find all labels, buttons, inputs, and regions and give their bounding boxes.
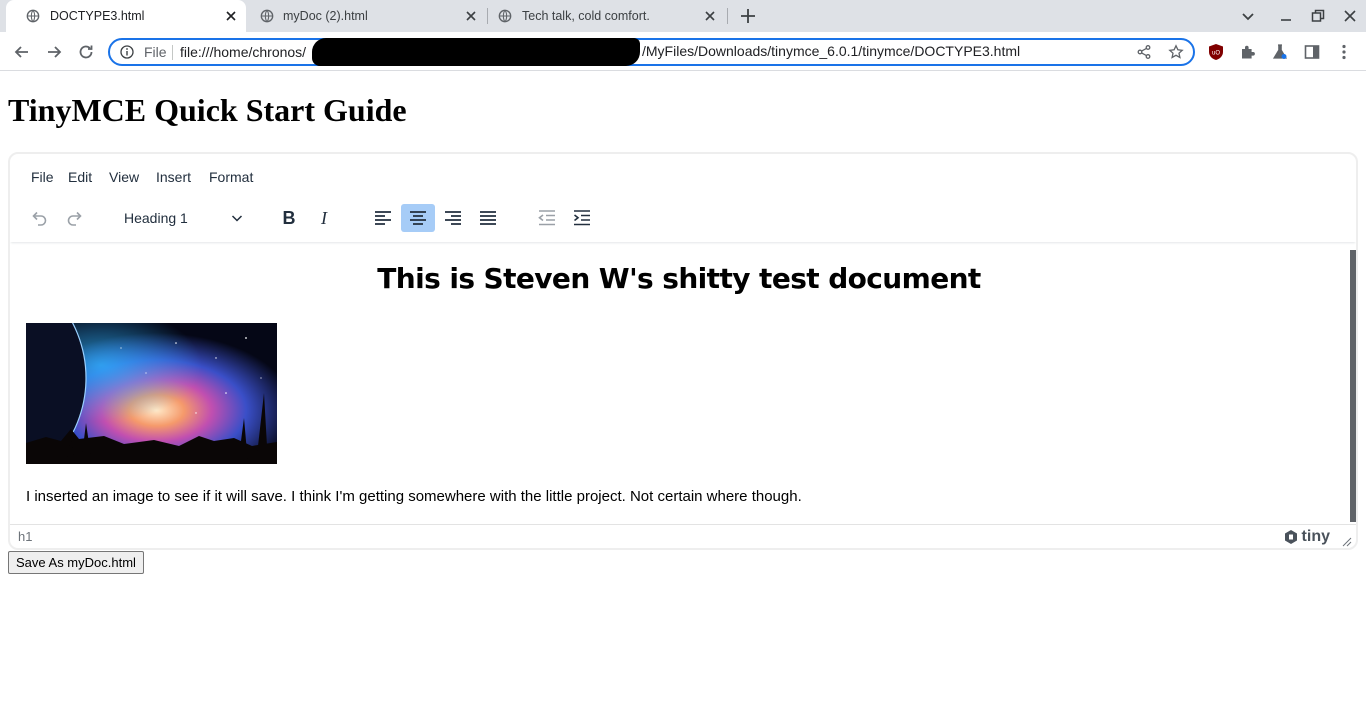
document-heading[interactable]: This is Steven W's shitty test document xyxy=(10,262,1348,295)
side-panel-icon[interactable] xyxy=(1303,43,1321,61)
editor-statusbar: h1 tiny xyxy=(10,524,1356,548)
editor-menubar: File Edit View Insert Format xyxy=(10,154,1356,200)
block-format-select[interactable]: Heading 1 xyxy=(114,204,250,232)
page-title: TinyMCE Quick Start Guide xyxy=(8,92,407,128)
menu-file[interactable]: File xyxy=(31,169,54,185)
tab-separator xyxy=(727,8,728,24)
italic-button[interactable]: I xyxy=(307,204,341,232)
tab-title: myDoc (2).html xyxy=(283,9,368,23)
indent-icon xyxy=(574,210,590,226)
tab-doctype3[interactable]: DOCTYPE3.html xyxy=(6,0,246,32)
tiny-branding[interactable]: tiny xyxy=(1283,528,1330,546)
globe-icon xyxy=(260,9,274,23)
globe-icon xyxy=(498,9,512,23)
element-path[interactable]: h1 xyxy=(18,529,32,544)
forward-icon[interactable] xyxy=(44,42,64,62)
star-icon[interactable] xyxy=(1168,44,1184,60)
outdent-icon xyxy=(538,210,555,226)
editor-toolbar: Heading 1 B I xyxy=(10,200,1356,242)
back-icon[interactable] xyxy=(12,42,32,62)
redaction-mark xyxy=(312,38,640,66)
tab-title: DOCTYPE3.html xyxy=(50,9,145,23)
tiny-logo-icon xyxy=(1284,530,1297,544)
tinymce-editor: File Edit View Insert Format Heading 1 B… xyxy=(8,152,1358,550)
close-icon[interactable] xyxy=(464,9,478,23)
align-justify-button[interactable] xyxy=(471,204,505,232)
editor-content[interactable]: This is Steven W's shitty test document xyxy=(10,246,1348,524)
url-text-tail: /MyFiles/Downloads/tinymce_6.0.1/tinymce… xyxy=(642,43,1021,59)
tab-tech-talk[interactable]: Tech talk, cold comfort. xyxy=(488,0,728,32)
tab-search-chevron-icon[interactable] xyxy=(1240,8,1256,24)
close-icon[interactable] xyxy=(224,9,238,23)
align-right-icon xyxy=(445,211,461,225)
menu-view[interactable]: View xyxy=(109,169,139,185)
align-left-button[interactable] xyxy=(366,204,400,232)
chip-divider xyxy=(172,45,173,60)
undo-icon xyxy=(32,211,47,226)
save-as-button[interactable]: Save As myDoc.html xyxy=(8,551,144,574)
redo-icon xyxy=(67,211,82,226)
brand-text: tiny xyxy=(1301,528,1330,545)
align-justify-icon xyxy=(480,211,496,225)
align-center-button[interactable] xyxy=(401,204,435,232)
align-center-icon xyxy=(410,211,426,225)
tab-title: Tech talk, cold comfort. xyxy=(522,9,650,23)
block-format-value: Heading 1 xyxy=(124,210,188,226)
bold-button[interactable]: B xyxy=(272,204,306,232)
extensions-puzzle-icon[interactable] xyxy=(1239,43,1257,61)
globe-icon xyxy=(26,9,40,23)
minimize-icon[interactable] xyxy=(1278,8,1294,24)
undo-button[interactable] xyxy=(22,204,56,232)
share-icon[interactable] xyxy=(1136,44,1152,60)
labs-flask-icon[interactable] xyxy=(1271,43,1289,61)
align-left-icon xyxy=(375,211,391,225)
menu-insert[interactable]: Insert xyxy=(156,169,191,185)
indent-button[interactable] xyxy=(565,204,599,232)
redo-button[interactable] xyxy=(58,204,92,232)
align-right-button[interactable] xyxy=(436,204,470,232)
document-paragraph[interactable]: I inserted an image to see if it will sa… xyxy=(26,488,802,505)
svg-text:uO: uO xyxy=(1212,51,1220,57)
content-scrollbar[interactable] xyxy=(1350,250,1356,522)
new-tab-icon[interactable] xyxy=(738,6,758,26)
resize-handle-icon[interactable] xyxy=(1342,537,1352,547)
bold-icon: B xyxy=(283,208,296,228)
ublock-icon[interactable]: uO xyxy=(1207,43,1225,61)
info-icon[interactable] xyxy=(120,45,134,59)
tab-mydoc[interactable]: myDoc (2).html xyxy=(246,0,486,32)
close-window-icon[interactable] xyxy=(1342,8,1358,24)
outdent-button[interactable] xyxy=(530,204,564,232)
file-chip: File xyxy=(144,44,167,60)
svg-text:B: B xyxy=(283,208,296,228)
url-text: file:///home/chronos/ xyxy=(180,44,307,60)
italic-icon: I xyxy=(320,208,328,228)
menu-format[interactable]: Format xyxy=(209,169,253,185)
chevron-down-icon xyxy=(231,215,243,222)
tab-strip: DOCTYPE3.html myDoc (2).html Tech talk, … xyxy=(0,0,1366,32)
menu-edit[interactable]: Edit xyxy=(68,169,92,185)
reload-icon[interactable] xyxy=(76,42,96,62)
more-vert-icon[interactable] xyxy=(1335,43,1353,61)
restore-icon[interactable] xyxy=(1310,8,1326,24)
svg-text:I: I xyxy=(320,208,328,228)
close-icon[interactable] xyxy=(703,9,717,23)
space-nebula-image[interactable] xyxy=(26,323,277,464)
